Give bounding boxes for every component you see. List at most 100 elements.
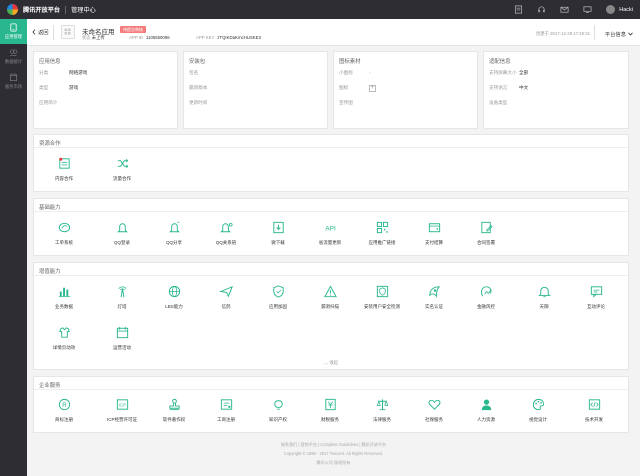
service-item-label: 金融风控 [477, 304, 495, 309]
icp-icon: ICP [116, 399, 128, 410]
service-item-payment[interactable]: 支付结算 [409, 220, 459, 246]
collapse-toggle[interactable]: ︿ 收起 [34, 360, 628, 366]
tencent-logo-icon[interactable] [7, 4, 18, 15]
user-menu[interactable]: Hacki [606, 5, 633, 14]
section-title: 企业服务 [39, 383, 61, 389]
service-item-intellectual-property[interactable]: 知识产权 [253, 397, 303, 423]
grid-icon [64, 28, 71, 35]
user-name[interactable]: Hacki [619, 7, 633, 13]
mail-icon[interactable] [560, 5, 569, 14]
service-item-icp-license[interactable]: ICP ICP经营许可证 [97, 397, 147, 423]
service-item-qq-relation[interactable]: QQ关系链 [201, 220, 251, 246]
service-item-trademark[interactable]: R 商标注册 [39, 397, 89, 423]
service-item-tech-development[interactable]: 技术开发 [569, 397, 619, 423]
divider [65, 5, 67, 14]
notice-icon[interactable] [514, 5, 523, 14]
bulb-icon [273, 400, 283, 410]
appkey-value[interactable]: zTQIKDaKrncHUSKE3 [217, 35, 261, 40]
service-item-install-security[interactable]: 安装用户安全检测 [357, 284, 407, 310]
service-item-real-name[interactable]: 实名认证 [409, 284, 459, 310]
sidebar-item-app-management[interactable]: 应用管理 [0, 19, 27, 44]
globe-icon [168, 285, 180, 298]
monitor-icon[interactable] [583, 5, 592, 14]
service-item-operations[interactable]: 运营活动 [97, 325, 147, 351]
service-item-tianyu[interactable]: 天御 [519, 284, 569, 310]
info-row: 应用简介 [39, 100, 69, 106]
service-item-ticket-system[interactable]: 工单系统 [39, 220, 89, 246]
service-item-detail-animation[interactable]: 详情页动效 [39, 325, 89, 351]
service-item-business-data[interactable]: 业务数据 [39, 284, 89, 310]
row-label: 设备类型 [489, 100, 508, 105]
bar-chart-icon [58, 287, 70, 298]
service-item-label: 财税服务 [321, 417, 339, 422]
service-item-incremental-update[interactable]: API 省流量更新 [305, 220, 355, 246]
service-item-legal[interactable]: 法律服务 [357, 397, 407, 423]
service-item-label: ICP经营许可证 [106, 417, 137, 422]
sidebar-item-statistics[interactable]: 数据统计 [0, 44, 27, 69]
divider [34, 275, 628, 276]
service-item-visual-design[interactable]: 视觉设计 [513, 397, 563, 423]
headset-icon[interactable] [537, 5, 546, 14]
sidebar-item-service-market[interactable]: 服务市场 [0, 69, 27, 94]
package-card: 安装包 包名 最新版本 更新时间 [183, 51, 328, 129]
row-value: 游戏 [69, 85, 79, 90]
service-item-label: QQ关系链 [215, 240, 237, 245]
service-item-qq-login[interactable]: QQ登录 [97, 220, 147, 246]
platform-label[interactable]: 平台信息 [605, 30, 626, 38]
collapse-label[interactable]: 收起 [329, 360, 338, 365]
info-row: 小图标 ▫ [339, 70, 371, 76]
service-item-software-copyright[interactable]: 软件著作权 [149, 397, 199, 423]
service-item-label: QQ分享 [165, 240, 182, 245]
service-item-promotion-link[interactable]: 应用推广链接 [357, 220, 407, 246]
service-item-tax[interactable]: 财税服务 [305, 397, 355, 423]
app-icon [10, 23, 17, 32]
api-icon: API [325, 225, 336, 232]
platform-info-dropdown[interactable]: 平台信息 [605, 30, 633, 38]
person-icon [481, 399, 491, 411]
appid-value[interactable]: 1106550096 [146, 35, 170, 40]
sidebar-item-label: 应用管理 [4, 34, 23, 39]
service-item-label: 商标注册 [55, 417, 73, 422]
avatar[interactable] [606, 5, 616, 14]
service-item-app-hardening[interactable]: 应用加固 [253, 284, 303, 310]
service-item-label: 运营活动 [113, 345, 131, 350]
service-item-beacon[interactable]: 灯塔 [97, 284, 147, 310]
service-item-business-registration[interactable]: 工商注册 [201, 397, 251, 423]
download-icon [272, 221, 284, 234]
service-item-micro-download[interactable]: 微下载 [253, 220, 303, 246]
row-label: 最新版本 [189, 85, 208, 90]
app-info-card: 应用信息 分类 网络游戏 类型 游戏 应用简介 [33, 51, 178, 129]
back-button[interactable]: 返回 [32, 28, 49, 36]
service-item-social-security[interactable]: 社保服务 [409, 397, 459, 423]
bell-icon [537, 286, 551, 298]
service-item-lbs[interactable]: LBS能力 [149, 284, 199, 310]
service-item-xinge[interactable]: 信鸽 [201, 284, 251, 310]
service-item-contract[interactable]: 合同签署 [461, 220, 511, 246]
business-icon [220, 399, 232, 410]
brand-title[interactable]: 腾讯开放平台 [23, 5, 60, 14]
basic-capabilities-section: 基础能力 工单系统 QQ登录 QQ分享 QQ关系链 微下载 API 省流量更新 [33, 198, 629, 256]
add-icon-button[interactable]: + [369, 85, 376, 92]
small-icon-placeholder: ▫ [369, 70, 371, 75]
info-row: 支持语言 中文 [489, 85, 528, 91]
app-icon-placeholder[interactable] [61, 25, 75, 39]
footer-links[interactable]: 联系我们 | 营销平台 | Complete Guidelines | 腾讯开放… [27, 442, 640, 448]
service-item-qq-share[interactable]: QQ分享 [149, 220, 199, 246]
service-item-human-resources[interactable]: 人力资源 [461, 397, 511, 423]
service-item-label: 信鸽 [221, 304, 231, 309]
service-item-vulnerability-scan[interactable]: 漏洞扫描 [305, 284, 355, 310]
service-item-traffic-cooperation[interactable]: 流量合作 [97, 156, 147, 182]
qrcode-icon [376, 221, 388, 234]
service-item-label: 流量合作 [113, 176, 131, 181]
service-item-interactive-comment[interactable]: 互动评论 [571, 284, 621, 310]
content-icon [58, 157, 70, 169]
service-item-financial-risk[interactable]: 金融风控 [461, 284, 511, 310]
service-item-label: 实名认证 [425, 304, 443, 309]
shield-icon [272, 285, 284, 298]
store-icon [9, 73, 18, 82]
back-label[interactable]: 返回 [38, 28, 49, 36]
id-icon [428, 286, 440, 298]
info-row: 更新时间 [189, 100, 219, 106]
service-item-label: 应用推广链接 [368, 240, 396, 245]
service-item-content-cooperation[interactable]: 内容合作 [39, 156, 89, 182]
